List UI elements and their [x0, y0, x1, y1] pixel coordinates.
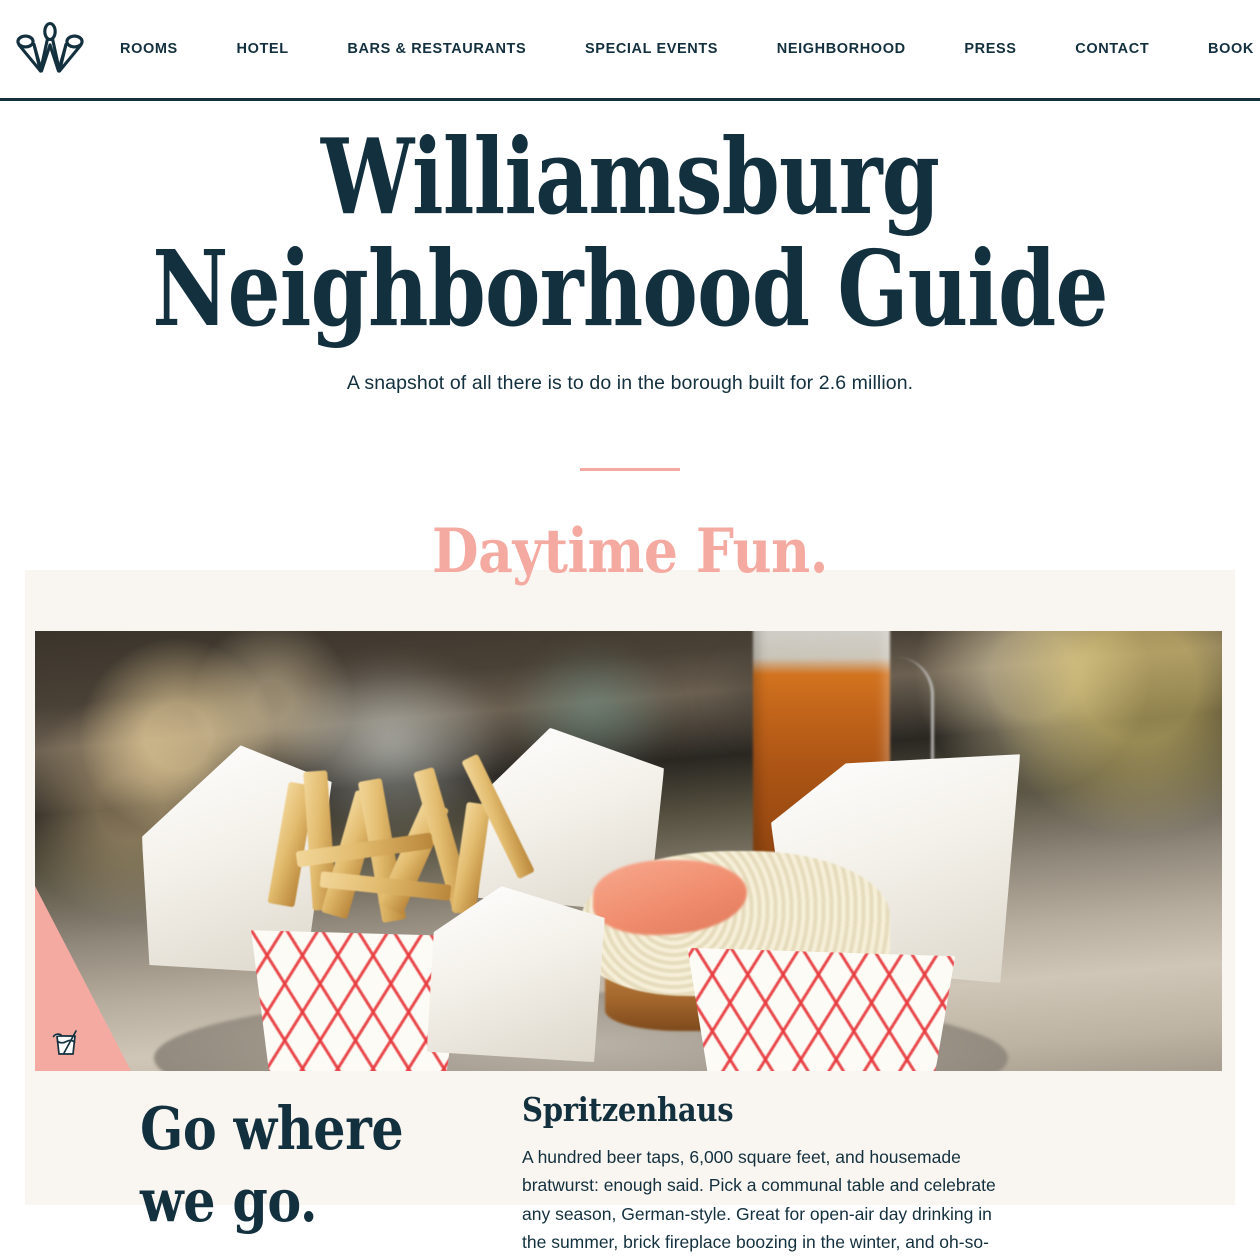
- nav-item-hotel[interactable]: HOTEL: [237, 41, 289, 57]
- nav-item-neighborhood[interactable]: NEIGHBORHOOD: [777, 41, 906, 57]
- feature-content-row: Go where we go. Spritzenhaus A hundred b…: [0, 1093, 1260, 1256]
- site-logo[interactable]: [14, 19, 86, 79]
- venue-name: Spritzenhaus: [522, 1090, 734, 1129]
- nav-item-rooms[interactable]: ROOMS: [120, 41, 178, 57]
- nav-item-special-events[interactable]: SPECIAL EVENTS: [585, 41, 718, 57]
- feature-photo[interactable]: [35, 631, 1222, 1071]
- page-subtitle: A snapshot of all there is to do in the …: [346, 371, 914, 394]
- venue-column: Spritzenhaus A hundred beer taps, 6,000 …: [500, 1093, 1020, 1256]
- section-divider: [580, 467, 680, 471]
- site-header: ROOMS HOTEL BARS & RESTAURANTS SPECIAL E…: [0, 0, 1260, 101]
- crown-monogram-icon: [16, 21, 84, 73]
- page-title-line-2: Neighborhood Guide: [152, 227, 1108, 351]
- feature-lead-column: Go where we go.: [0, 1093, 500, 1256]
- checkered-food-basket: [687, 947, 956, 1071]
- feature-lead-title: Go where we go.: [140, 1094, 404, 1235]
- venue-description: A hundred beer taps, 6,000 square feet, …: [522, 1147, 996, 1253]
- page-title-line-1: Williamsburg: [320, 115, 940, 238]
- feature-photo-image: [35, 631, 1222, 1071]
- page-title: Williamsburg Neighborhood Guide: [126, 115, 1134, 351]
- nav-item-contact[interactable]: CONTACT: [1075, 41, 1149, 57]
- primary-navigation: ROOMS HOTEL BARS & RESTAURANTS SPECIAL E…: [102, 41, 1260, 57]
- divider-wrap: [0, 458, 1260, 471]
- cocktail-glass-icon: [52, 1030, 77, 1055]
- nav-item-bars-restaurants[interactable]: BARS & RESTAURANTS: [347, 41, 526, 57]
- nav-item-press[interactable]: PRESS: [964, 41, 1016, 57]
- nav-item-book[interactable]: BOOK: [1208, 41, 1254, 57]
- section-heading-daytime-fun: Daytime Fun.: [431, 516, 828, 587]
- hero-section: Williamsburg Neighborhood Guide A snapsh…: [0, 101, 1260, 471]
- page-root: ROOMS HOTEL BARS & RESTAURANTS SPECIAL E…: [0, 0, 1260, 1260]
